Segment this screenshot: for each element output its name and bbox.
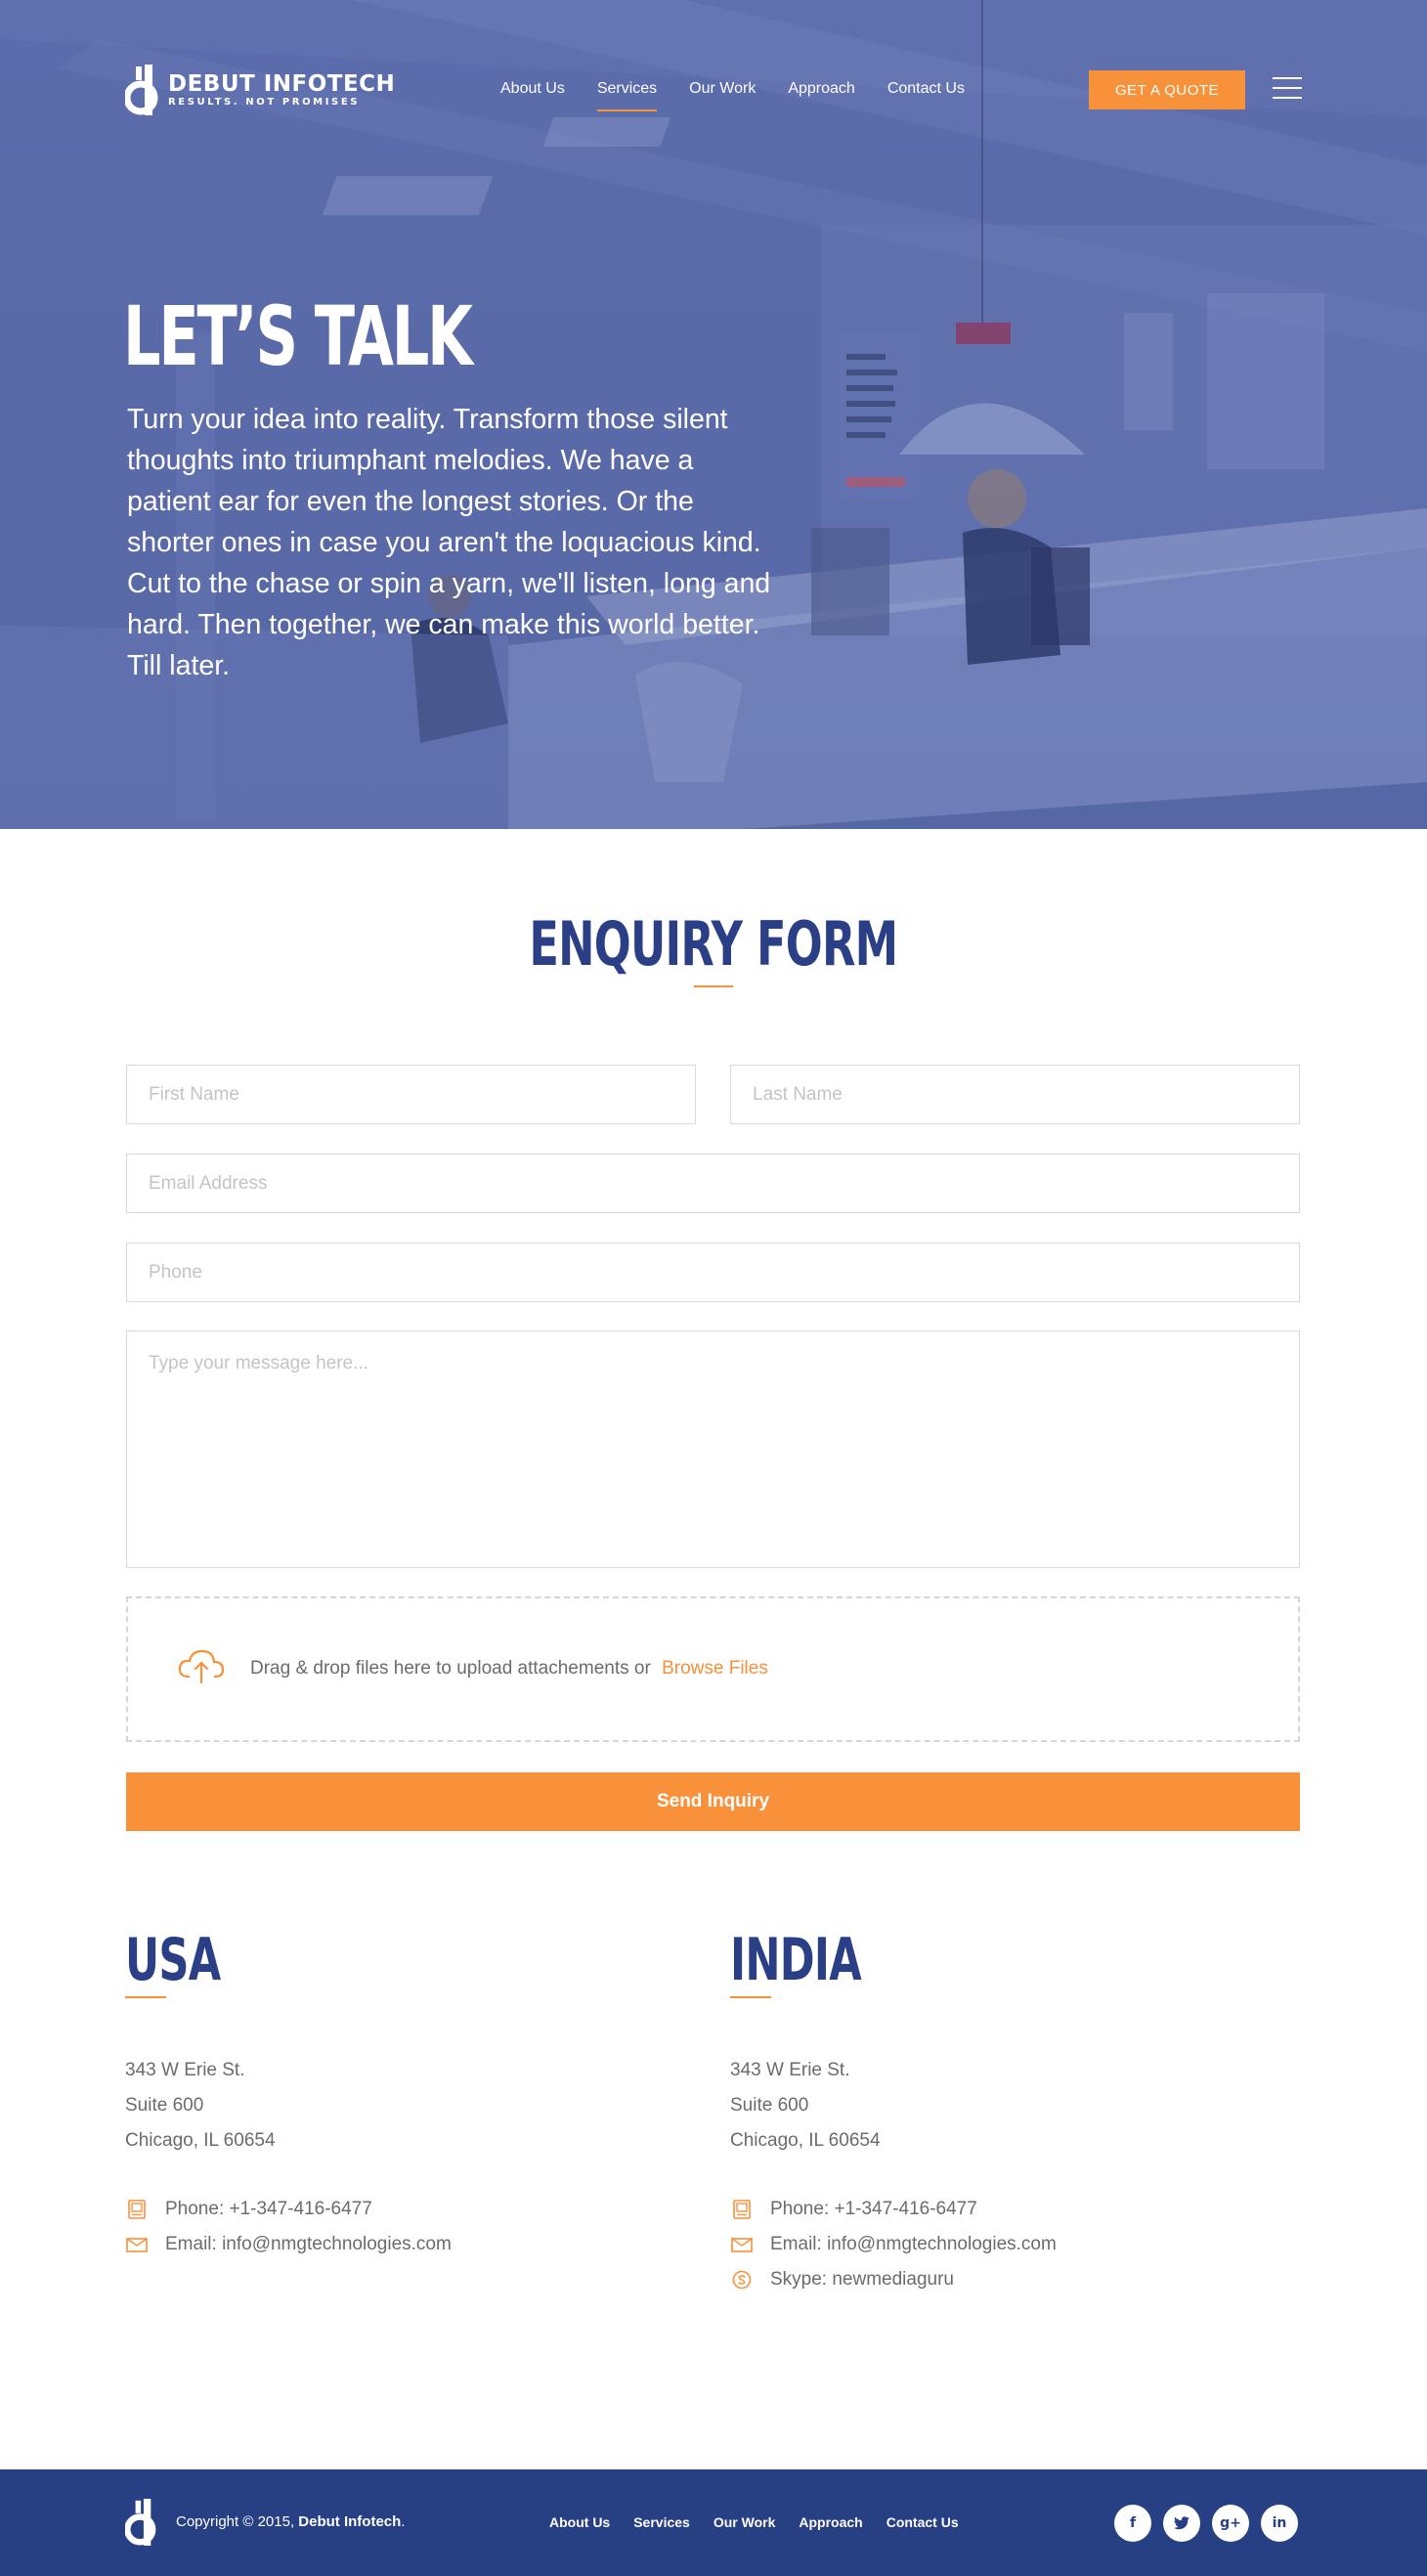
phone-text: Phone: +1-347-416-6477 — [165, 2199, 372, 2219]
office-usa: USA 343 W Erie St. Suite 600 Chicago, IL… — [125, 1926, 672, 2262]
cloud-upload-icon — [178, 1649, 225, 1684]
email-text[interactable]: Email: info@nmgtechnologies.com — [770, 2234, 1057, 2255]
footer-nav-services[interactable]: Services — [633, 2513, 690, 2531]
skype-icon — [732, 2270, 752, 2290]
phone-text: Phone: +1-347-416-6477 — [770, 2199, 977, 2219]
office-title-underline — [730, 1996, 771, 1998]
twitter-bird-glyph — [1174, 2516, 1189, 2530]
copyright-text: Copyright © 2015, Debut Infotech. — [176, 2512, 405, 2532]
nav-services[interactable]: Services — [596, 78, 658, 111]
office-contacts: Phone: +1-347-416-6477 Email: info@nmgte… — [730, 2192, 1277, 2297]
brand-tagline: RESULTS. NOT PROMISES — [168, 97, 361, 108]
address-line: Suite 600 — [730, 2095, 809, 2116]
message-textarea[interactable] — [126, 1331, 1300, 1568]
google-plus-icon[interactable]: g+ — [1212, 2505, 1249, 2542]
hero-title: LET’S TALK — [123, 288, 473, 384]
office-title-underline — [125, 1996, 166, 1998]
site-footer: Copyright © 2015, Debut Infotech. About … — [0, 2469, 1427, 2576]
hero-section: DEBUT INFOTECH RESULTS. NOT PROMISES Abo… — [0, 0, 1427, 829]
file-dropzone[interactable]: Drag & drop files here to upload attache… — [126, 1596, 1300, 1742]
facebook-icon[interactable]: f — [1114, 2505, 1151, 2542]
address-line: Chicago, IL 60654 — [125, 2130, 276, 2151]
logo-text: DEBUT INFOTECH RESULTS. NOT PROMISES — [168, 71, 395, 109]
dropzone-text: Drag & drop files here to upload attache… — [250, 1657, 768, 1681]
address-line: 343 W Erie St. — [125, 2060, 245, 2080]
enquiry-form-title: ENQUIRY FORM — [529, 908, 898, 980]
skype-text: Skype: newmediaguru — [770, 2269, 954, 2290]
address-line: 343 W Erie St. — [730, 2060, 850, 2080]
phone-icon — [733, 2200, 751, 2219]
email-row: Email: info@nmgtechnologies.com — [730, 2227, 1277, 2262]
hero-description: Turn your idea into reality. Transform t… — [127, 404, 771, 681]
copyright-prefix: Copyright © 2015, — [176, 2513, 295, 2530]
footer-logo-icon[interactable] — [125, 2499, 160, 2546]
office-address: 343 W Erie St. Suite 600 Chicago, IL 606… — [125, 2053, 672, 2159]
address-line: Suite 600 — [125, 2095, 204, 2116]
phone-row: Phone: +1-347-416-6477 — [730, 2192, 1277, 2227]
phone-input[interactable] — [126, 1243, 1300, 1302]
email-text[interactable]: Email: info@nmgtechnologies.com — [165, 2234, 452, 2255]
office-contacts: Phone: +1-347-416-6477 Email: info@nmgte… — [125, 2192, 672, 2262]
office-address: 343 W Erie St. Suite 600 Chicago, IL 606… — [730, 2053, 1277, 2159]
dropzone-instructions: Drag & drop files here to upload attache… — [250, 1658, 651, 1679]
email-input[interactable] — [126, 1154, 1300, 1213]
office-title: INDIA — [730, 1926, 862, 1994]
send-inquiry-button[interactable]: Send Inquiry — [126, 1772, 1300, 1831]
footer-nav-about-us[interactable]: About Us — [549, 2513, 610, 2531]
footer-nav-contact-us[interactable]: Contact Us — [886, 2513, 959, 2531]
logo-mark-icon — [125, 65, 158, 115]
linkedin-icon[interactable]: in — [1261, 2505, 1298, 2542]
nav-contact-us[interactable]: Contact Us — [887, 78, 965, 100]
nav-about-us[interactable]: About Us — [500, 78, 565, 100]
copyright-brand: Debut Infotech — [298, 2513, 402, 2530]
brand-name: DEBUT INFOTECH — [168, 71, 396, 97]
nav-approach[interactable]: Approach — [788, 78, 855, 100]
twitter-icon[interactable] — [1163, 2505, 1200, 2542]
address-line: Chicago, IL 60654 — [730, 2130, 881, 2151]
main-nav: About Us Services Our Work Approach Cont… — [500, 78, 997, 111]
copyright-suffix: . — [401, 2513, 406, 2530]
first-name-input[interactable] — [126, 1065, 696, 1124]
footer-nav-our-work[interactable]: Our Work — [714, 2513, 776, 2531]
get-a-quote-button[interactable]: GET A QUOTE — [1089, 70, 1245, 109]
brand-logo[interactable]: DEBUT INFOTECH RESULTS. NOT PROMISES — [125, 65, 395, 115]
phone-icon — [128, 2200, 146, 2219]
title-underline — [694, 985, 733, 987]
email-icon — [731, 2238, 753, 2252]
email-row: Email: info@nmgtechnologies.com — [125, 2227, 672, 2262]
email-icon — [126, 2238, 148, 2252]
footer-nav-approach[interactable]: Approach — [799, 2513, 862, 2531]
hamburger-menu-icon[interactable] — [1273, 77, 1302, 103]
office-title: USA — [125, 1926, 221, 1994]
social-links: f g+ in — [1114, 2505, 1310, 2542]
office-india: INDIA 343 W Erie St. Suite 600 Chicago, … — [730, 1926, 1277, 2297]
last-name-input[interactable] — [730, 1065, 1300, 1124]
phone-row: Phone: +1-347-416-6477 — [125, 2192, 672, 2227]
browse-files-link[interactable]: Browse Files — [662, 1658, 768, 1679]
site-header: DEBUT INFOTECH RESULTS. NOT PROMISES Abo… — [0, 0, 1427, 176]
skype-row: Skype: newmediaguru — [730, 2262, 1277, 2297]
footer-nav: About Us Services Our Work Approach Cont… — [549, 2513, 982, 2531]
nav-our-work[interactable]: Our Work — [689, 78, 756, 100]
